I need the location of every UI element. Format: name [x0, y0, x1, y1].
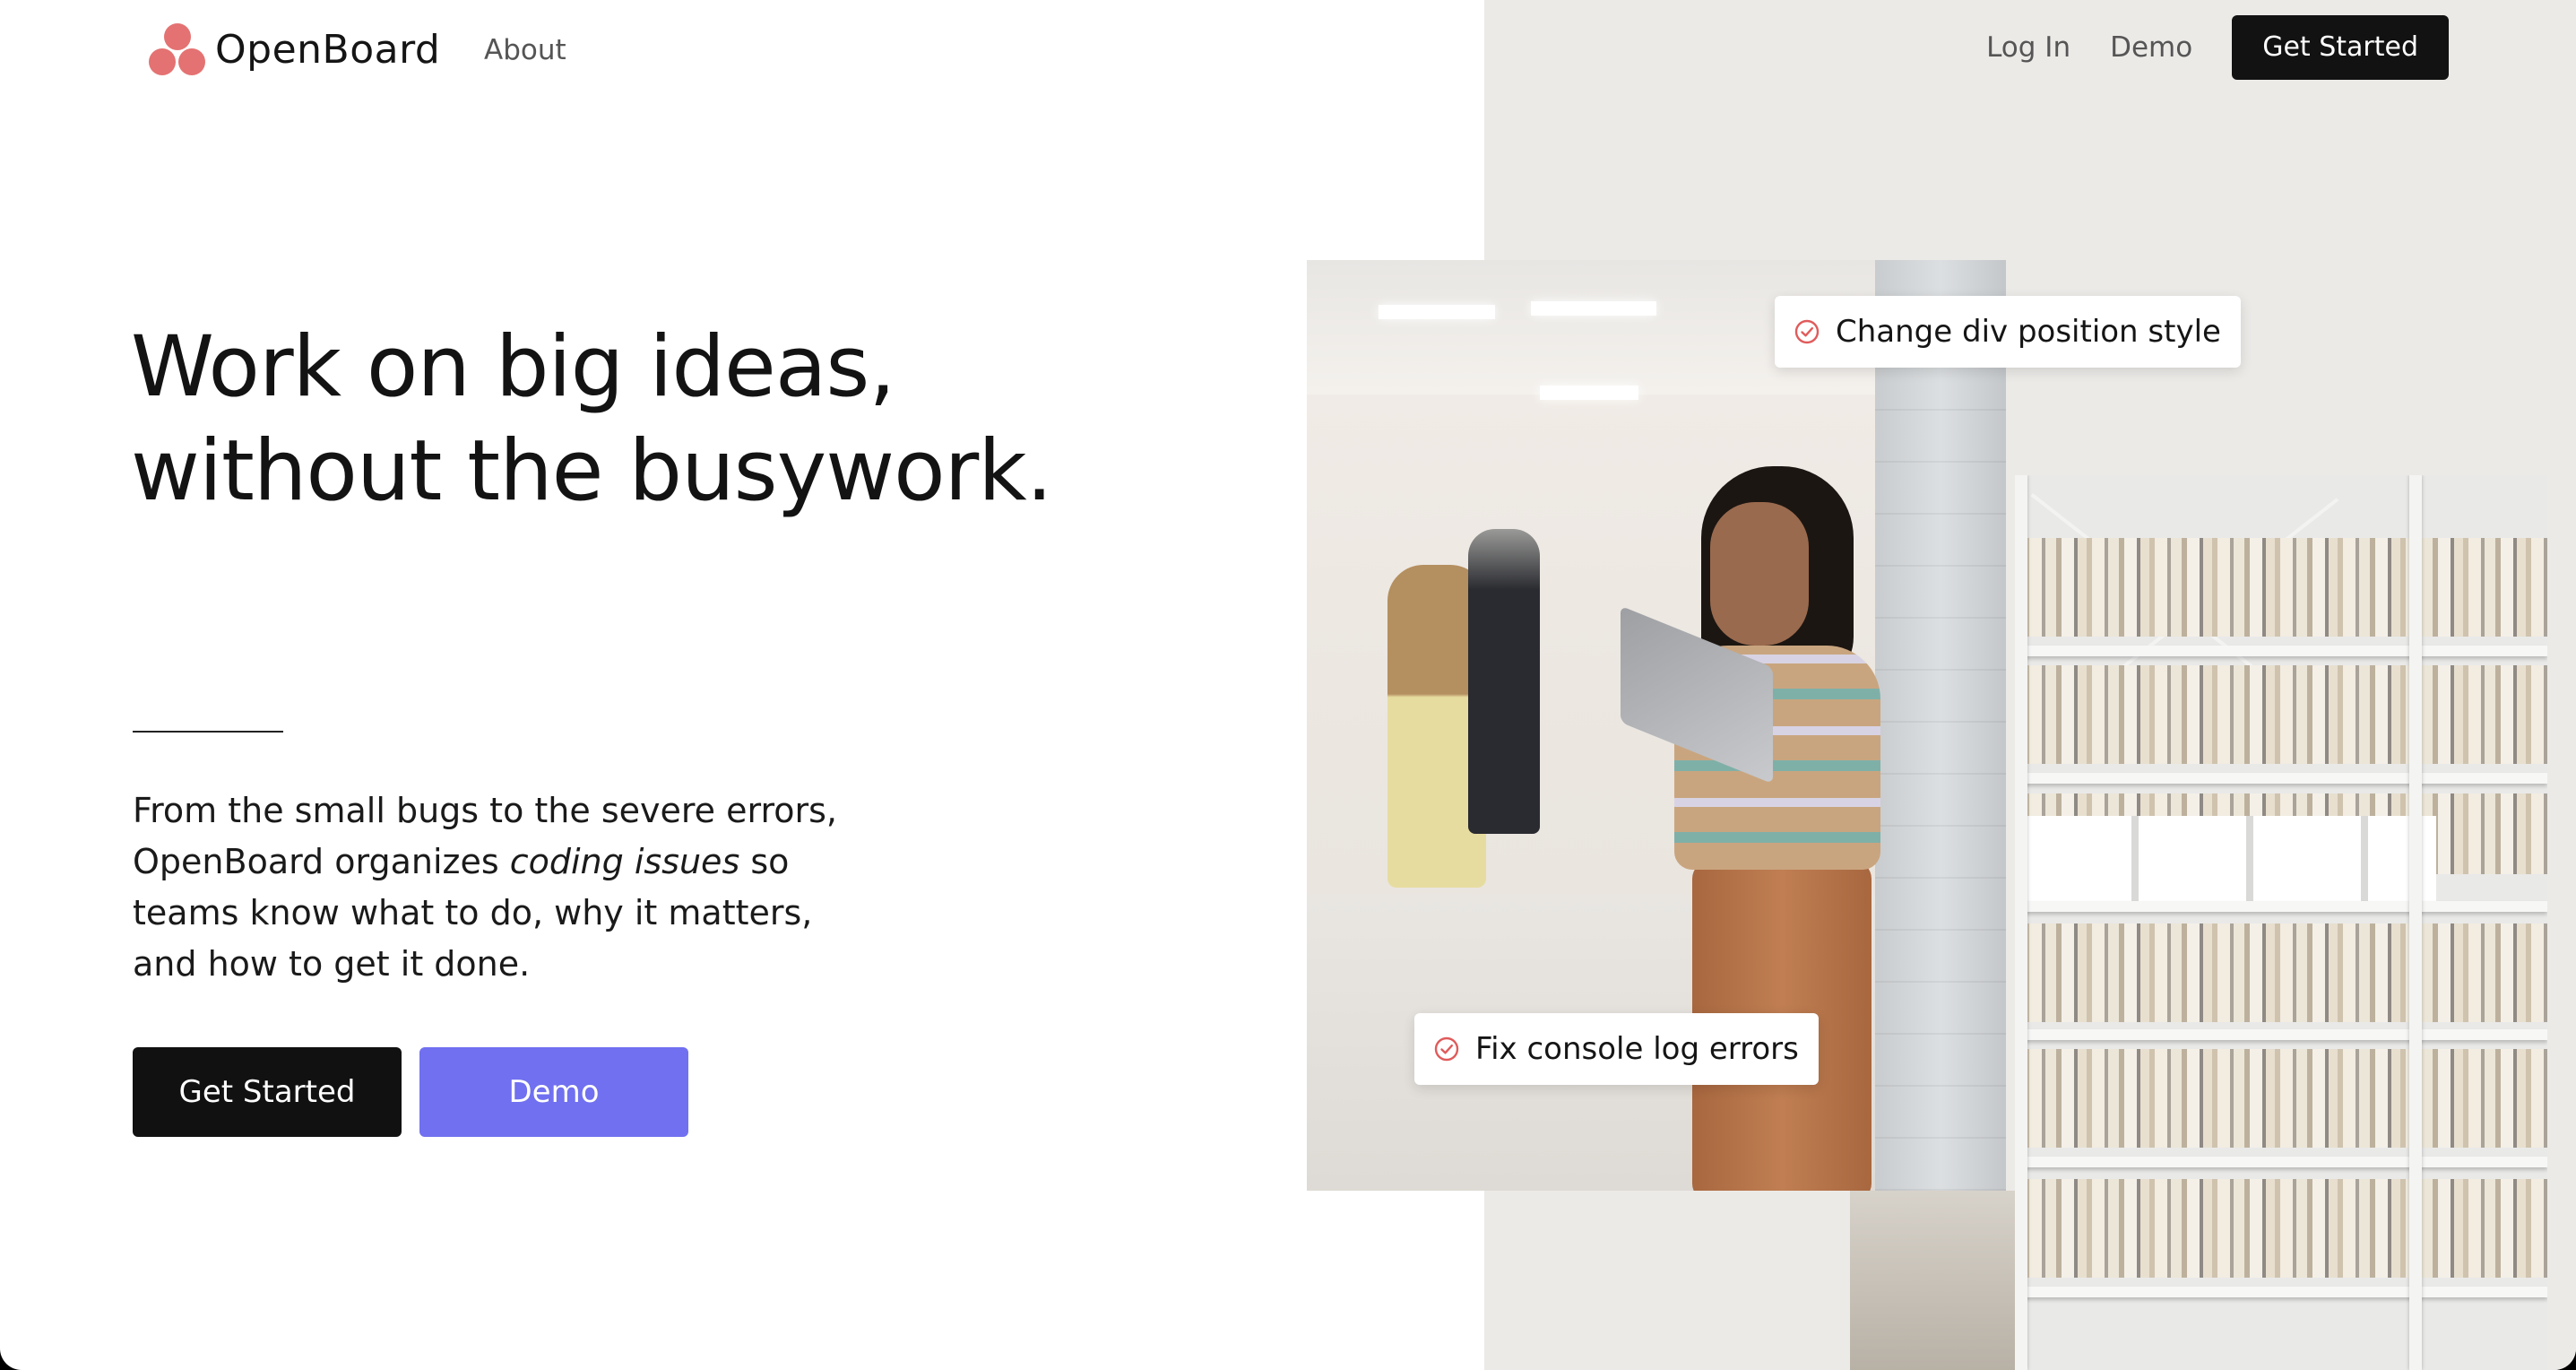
- nav-demo-link[interactable]: Demo: [2110, 31, 2192, 64]
- brand-logo[interactable]: OpenBoard: [149, 23, 440, 75]
- brand-name: OpenBoard: [215, 26, 441, 73]
- task-card-2: Fix console log errors: [1414, 1013, 1819, 1085]
- task-label: Fix console log errors: [1475, 1031, 1799, 1067]
- hero-headline-line-1: Work on big ideas,: [131, 318, 895, 416]
- check-circle-icon: [1434, 1036, 1459, 1062]
- hero-demo-button[interactable]: Demo: [419, 1047, 688, 1137]
- nav-login-link[interactable]: Log In: [1986, 31, 2070, 64]
- hero-description: From the small bugs to the severe errors…: [133, 785, 868, 990]
- nav-get-started-button[interactable]: Get Started: [2232, 15, 2449, 80]
- logo-icon: [149, 23, 206, 75]
- nav-about-link[interactable]: About: [484, 34, 566, 66]
- hero-headline-line-2: without the busywork.: [131, 422, 1053, 520]
- shelves-photo-lower: [1850, 1191, 2015, 1370]
- check-circle-icon: [1794, 319, 1820, 344]
- hero-headline: Work on big ideas, without the busywork.: [131, 316, 1053, 524]
- archive-shelves-photo: [2015, 475, 2547, 1370]
- task-card-1: Change div position style: [1775, 296, 2241, 368]
- task-label: Change div position style: [1836, 314, 2221, 350]
- hero-description-emphasis: coding issues: [509, 842, 740, 881]
- landing-page: OpenBoard About Log In Demo Get Started …: [0, 0, 2576, 1370]
- hero-get-started-button[interactable]: Get Started: [133, 1047, 402, 1137]
- hero-divider: [133, 731, 283, 733]
- top-nav-actions: Log In Demo Get Started: [1986, 15, 2449, 80]
